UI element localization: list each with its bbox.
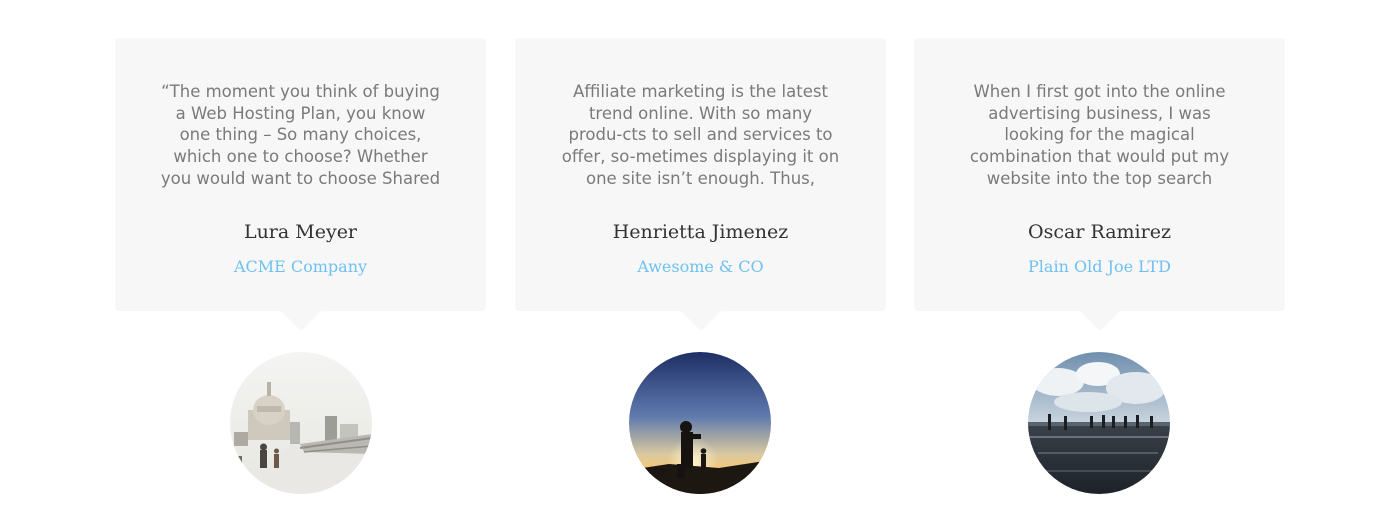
avatar — [1028, 352, 1170, 494]
testimonial-card: Affiliate marketing is the latest trend … — [515, 38, 886, 331]
author-name: Henrietta Jimenez — [612, 221, 789, 243]
testimonial-card: “The moment you think of buying a Web Ho… — [115, 38, 486, 331]
testimonial-quote: Affiliate marketing is the latest trend … — [561, 82, 840, 191]
avatar — [230, 352, 372, 494]
avatar — [629, 352, 771, 494]
author-name: Lura Meyer — [243, 221, 358, 243]
quote-container: “The moment you think of buying a Web Ho… — [160, 81, 441, 191]
people-in-water-photo — [1028, 352, 1170, 494]
quote-container: When I first got into the online adverti… — [959, 81, 1240, 191]
sunset-silhouette-photo — [629, 352, 771, 494]
testimonial-quote: “The moment you think of buying a Web Ho… — [160, 82, 441, 191]
company-link[interactable]: Plain Old Joe LTD — [914, 257, 1285, 276]
testimonial-card: When I first got into the online adverti… — [914, 38, 1285, 331]
quote-container: Affiliate marketing is the latest trend … — [560, 81, 841, 191]
company-link[interactable]: ACME Company — [115, 257, 486, 276]
company-link[interactable]: Awesome & CO — [515, 257, 886, 276]
testimonials-section: “The moment you think of buying a Web Ho… — [0, 0, 1400, 530]
city-bridge-photo — [230, 352, 372, 494]
author-name: Oscar Ramirez — [1028, 221, 1171, 243]
testimonial-quote: When I first got into the online adverti… — [969, 82, 1230, 191]
